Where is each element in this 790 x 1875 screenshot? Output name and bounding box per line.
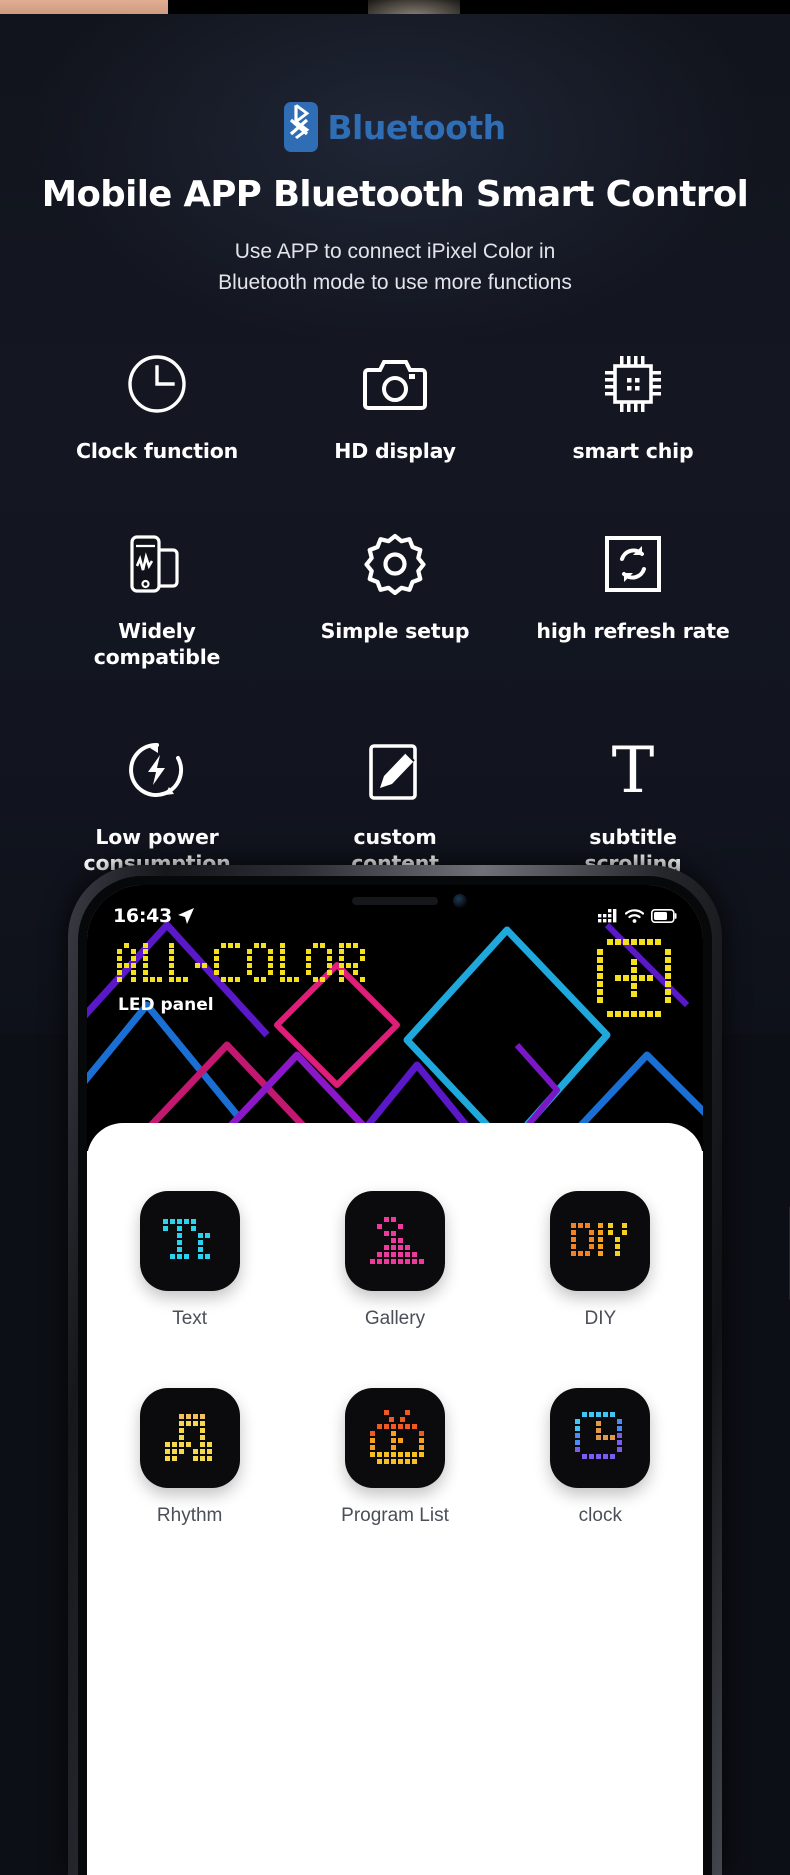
tile-label: Gallery	[364, 1308, 426, 1329]
feature-label: high refresh rate	[536, 619, 730, 643]
subtitle-line-2: Bluetooth mode to use more functions	[218, 271, 572, 294]
feature-hd-display: HD display	[276, 344, 514, 464]
pixel-program-icon[interactable]	[344, 1388, 445, 1488]
feature-high-refresh-rate: high refresh rate	[514, 524, 752, 670]
low-power-icon	[126, 730, 188, 810]
label-text: Widely compatible	[93, 619, 221, 669]
feature-label: Widely compatible	[94, 618, 221, 670]
phone-mockup: 16:43 LED panel Text Gallery DIY Rhythm …	[0, 845, 790, 1875]
pencil-square-icon	[364, 730, 426, 810]
tile-label: Rhythm	[156, 1505, 223, 1526]
gear-icon	[364, 524, 426, 604]
feature-label: HD display	[334, 439, 456, 463]
tile-label: Text	[172, 1308, 208, 1329]
bluetooth-wordmark: Bluetooth	[327, 107, 506, 147]
tile-label: Program List	[341, 1505, 449, 1526]
product-fragment	[368, 0, 460, 14]
bluetooth-icon	[284, 102, 319, 152]
tile-label: clock	[578, 1505, 622, 1526]
signal-bars-icon[interactable]	[598, 908, 618, 924]
page-title: Mobile APP Bluetooth Smart Control	[41, 174, 749, 215]
plus-pixel-icon[interactable]	[593, 937, 677, 1021]
bluetooth-logo: Bluetooth	[0, 92, 790, 162]
feature-widely-compatible: Widely compatible	[38, 524, 276, 670]
tile-program-list[interactable]: Program List	[292, 1388, 497, 1527]
tile-label: DIY	[584, 1308, 617, 1329]
status-bar: 16:43	[87, 903, 703, 929]
all-color-pixel-text	[117, 943, 365, 982]
camera-icon	[363, 344, 427, 424]
tile-text[interactable]: Text	[87, 1191, 292, 1330]
location-arrow-icon	[177, 908, 194, 924]
wifi-icon[interactable]	[625, 909, 644, 923]
skin-fragment	[0, 0, 168, 14]
phone-screen: 16:43 LED panel Text Gallery DIY Rhythm …	[87, 885, 703, 1875]
app-brand-led-text	[115, 943, 405, 992]
feature-simple-setup: Simple setup	[276, 524, 514, 670]
tile-clock[interactable]: clock	[498, 1388, 703, 1527]
svg-text:T: T	[612, 739, 655, 801]
app-tile-grid: Text Gallery DIY Rhythm Program List clo…	[87, 1191, 703, 1527]
status-time: 16:43	[113, 905, 172, 927]
phone-bezel: 16:43 LED panel Text Gallery DIY Rhythm …	[78, 876, 712, 1875]
tile-diy[interactable]: DIY	[498, 1191, 703, 1330]
pixel-text-icon[interactable]	[139, 1191, 240, 1291]
tile-rhythm[interactable]: Rhythm	[87, 1388, 292, 1527]
battery-icon[interactable]	[651, 909, 677, 923]
devices-icon	[124, 524, 190, 604]
feature-grid: Clock function HD display smart chip Wid…	[38, 344, 752, 876]
feature-clock-function: Clock function	[38, 344, 276, 464]
app-content-sheet: Text Gallery DIY Rhythm Program List clo…	[87, 1123, 703, 1875]
text-t-icon: T	[601, 730, 665, 810]
pixel-music-icon[interactable]	[139, 1388, 240, 1488]
clock-icon	[125, 344, 189, 424]
pixel-gallery-icon[interactable]	[344, 1191, 445, 1291]
status-bar-right	[598, 908, 677, 924]
feature-label: Clock function	[75, 439, 239, 463]
add-device-button[interactable]	[593, 937, 677, 1026]
app-brand-subtitle: LED panel	[118, 995, 214, 1015]
status-bar-left: 16:43	[113, 905, 195, 927]
top-cropped-strip	[0, 0, 790, 14]
app-header-area: 16:43 LED panel	[87, 885, 703, 1151]
phone-body: 16:43 LED panel Text Gallery DIY Rhythm …	[68, 865, 790, 1875]
pixel-clock-icon[interactable]	[550, 1388, 651, 1488]
feature-smart-chip: smart chip	[514, 344, 752, 464]
page-subtitle: Use APP to connect iPixel Color in Bluet…	[0, 236, 790, 298]
subtitle-line-1: Use APP to connect iPixel Color in	[234, 240, 556, 263]
pixel-diy-icon[interactable]	[550, 1191, 651, 1291]
chip-icon	[602, 344, 664, 424]
feature-label: smart chip	[572, 439, 694, 463]
refresh-square-icon	[602, 524, 664, 604]
feature-label: Simple setup	[320, 619, 470, 643]
tile-gallery[interactable]: Gallery	[292, 1191, 497, 1330]
